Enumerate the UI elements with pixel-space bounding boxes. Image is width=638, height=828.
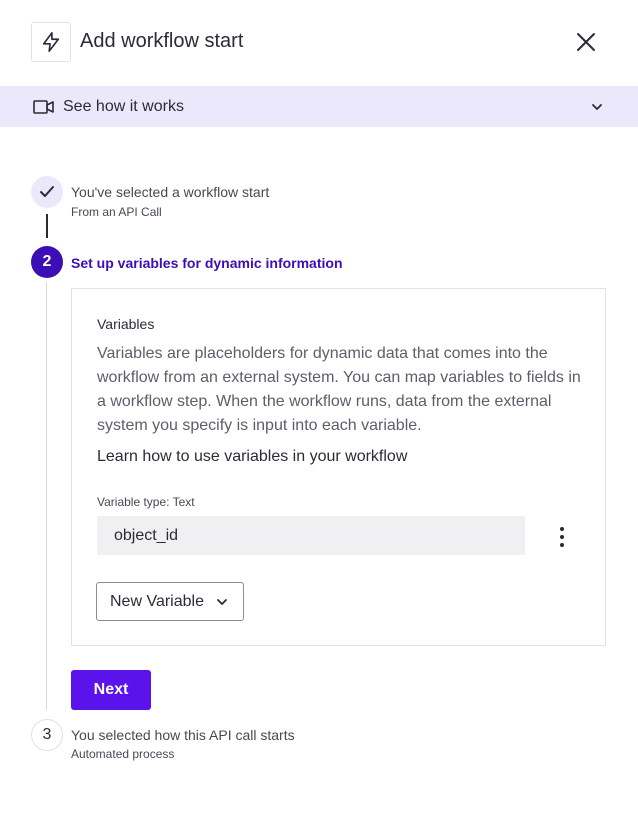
variable-name-field[interactable]: object_id xyxy=(97,516,525,555)
new-variable-label: New Variable xyxy=(110,592,204,610)
variable-type-label: Variable type: Text xyxy=(97,495,195,509)
see-how-it-works-label: See how it works xyxy=(63,98,184,115)
step-1-title: You've selected a workflow start xyxy=(71,184,270,200)
step-connector xyxy=(46,214,48,238)
panel-header: Add workflow start xyxy=(0,0,638,86)
step-3-subtitle: Automated process xyxy=(71,747,175,761)
close-button[interactable] xyxy=(574,30,598,54)
video-camera-icon xyxy=(33,100,54,114)
check-icon xyxy=(40,186,54,197)
close-icon xyxy=(577,33,595,51)
step-3-title: You selected how this API call starts xyxy=(71,727,295,743)
variables-heading: Variables xyxy=(97,316,155,332)
chevron-down-icon xyxy=(217,599,227,605)
see-how-it-works-toggle[interactable]: See how it works xyxy=(0,86,638,127)
variables-description: Variables are placeholders for dynamic d… xyxy=(97,345,581,434)
step-1-subtitle: From an API Call xyxy=(71,205,162,219)
step-1-marker xyxy=(31,176,63,208)
panel-title: Add workflow start xyxy=(80,30,244,52)
lightning-icon xyxy=(31,22,71,62)
chevron-down-icon xyxy=(592,104,602,110)
step-2-title: Set up variables for dynamic information xyxy=(71,255,343,271)
step-3-marker: 3 xyxy=(31,719,63,751)
step-connector xyxy=(46,282,47,710)
step-2-marker: 2 xyxy=(31,246,63,278)
next-button[interactable]: Next xyxy=(71,670,151,710)
kebab-menu-icon[interactable] xyxy=(552,525,572,549)
new-variable-button[interactable]: New Variable xyxy=(96,582,244,621)
learn-variables-link[interactable]: Learn how to use variables in your workf… xyxy=(97,448,407,466)
variables-card: Variables Variables are placeholders for… xyxy=(71,288,606,646)
